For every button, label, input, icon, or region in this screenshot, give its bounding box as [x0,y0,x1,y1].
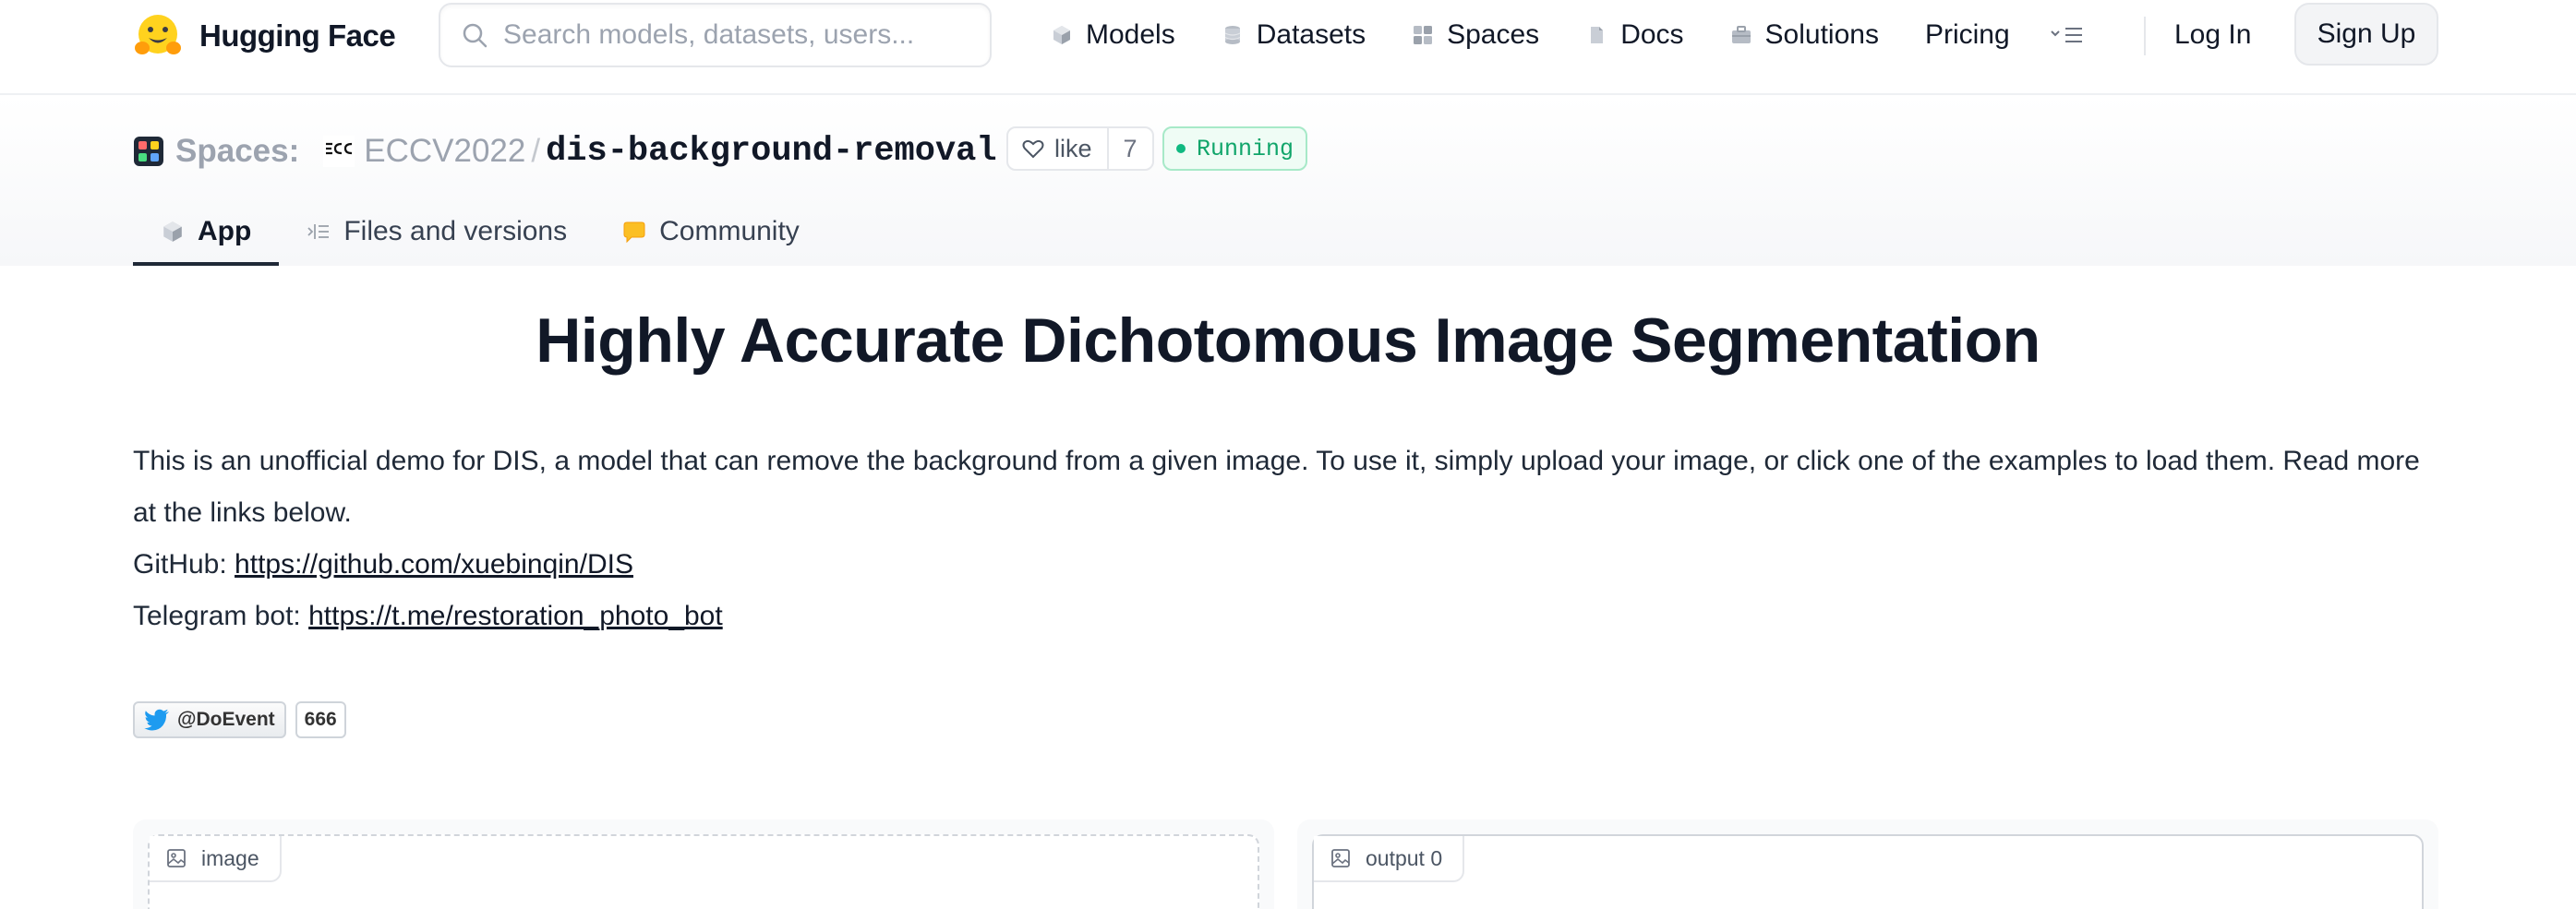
github-label: GitHub: [133,549,235,580]
input-label: image [201,845,259,870]
space-tabs: App Files and versions Community [133,197,827,266]
app-description: This is an unofficial demo for DIS, a mo… [133,436,2450,642]
logo-link[interactable]: Hugging Face [133,11,396,61]
nav-docs-label: Docs [1620,19,1684,50]
briefcase-icon [1731,26,1751,43]
search-icon [463,23,488,48]
image-icon [1331,849,1350,867]
twitter-handle: @DoEvent [177,709,275,730]
login-link[interactable]: Log In [2174,0,2251,70]
cube-icon [1053,26,1070,44]
twitter-follow-widget: @DoEvent 666 [133,701,346,738]
nav-divider [2144,17,2146,55]
app-title: Highly Accurate Dichotomous Image Segmen… [536,305,2040,376]
twitter-follower-count[interactable]: 666 [295,701,346,738]
tab-community[interactable]: Community [595,197,827,266]
search-box[interactable] [439,3,992,67]
tab-files-label: Files and versions [343,216,568,246]
github-line: GitHub: https://github.com/xuebinqin/DIS [133,539,2450,591]
nav-pricing-label: Pricing [1924,19,2010,50]
spaces-grid-icon [1414,26,1433,44]
hugging-face-logo-icon [135,15,181,54]
input-panel: image [133,819,1274,909]
tab-app-label: App [198,216,252,246]
tab-app[interactable]: App [133,197,280,266]
nav-models-label: Models [1086,19,1175,50]
nav-spaces[interactable]: Spaces [1412,19,1539,51]
nav-solutions[interactable]: Solutions [1730,19,1879,51]
breadcrumb-separator: / [531,133,541,169]
spaces-logo-icon [134,137,163,166]
like-button[interactable]: like 7 [1006,126,1154,171]
like-left: like [1008,128,1107,169]
tab-files[interactable]: Files and versions [279,197,595,266]
org-avatar-icon [323,136,355,167]
telegram-label: Telegram bot: [133,601,309,631]
top-navigation: Hugging Face Models Datasets [0,0,2576,95]
status-dot-icon [1175,144,1186,153]
breadcrumb: Spaces: ECCV2022 / dis-background-remova… [133,126,1038,177]
files-list-icon [307,224,330,239]
logo-text: Hugging Face [199,18,396,53]
like-label: like [1054,134,1092,162]
database-icon [1224,26,1240,44]
docs-icon [1591,27,1604,43]
description-text: This is an unofficial demo for DIS, a mo… [133,446,2420,528]
like-count[interactable]: 7 [1106,128,1152,169]
nav-pricing[interactable]: Pricing [1925,19,2010,51]
status-text: Running [1196,135,1294,162]
nav-datasets[interactable]: Datasets [1222,19,1366,51]
community-icon [623,221,645,244]
search-input[interactable] [503,19,965,51]
output-image-area: output 0 [1312,834,2424,909]
signup-button[interactable]: Sign Up [2294,3,2438,66]
nav-solutions-label: Solutions [1764,19,1879,50]
twitter-bird-icon [144,709,169,731]
cube-icon [163,221,182,242]
nav-spaces-label: Spaces [1447,19,1540,50]
more-menu-icon[interactable] [2049,23,2086,47]
space-header: Spaces: ECCV2022 / dis-background-remova… [0,96,2576,266]
status-badge[interactable]: Running [1162,126,1307,171]
tab-community-label: Community [659,216,800,246]
nav-docs[interactable]: Docs [1585,19,1684,51]
spaces-label: Spaces: [175,133,300,169]
output-label: output 0 [1366,845,1443,870]
org-name-link[interactable]: ECCV2022 [364,133,525,170]
image-icon [167,849,186,867]
nav-links: Models Datasets Spaces Docs Solutions Pr… [1051,0,2134,70]
nav-models[interactable]: Models [1051,19,1175,51]
output-label-chip: output 0 [1314,836,1465,882]
telegram-link[interactable]: https://t.me/restoration_photo_bot [308,601,723,631]
image-upload-dropzone[interactable]: image [148,834,1259,909]
twitter-follow-button[interactable]: @DoEvent [133,701,286,738]
repo-name-link[interactable]: dis-background-removal [546,132,996,171]
telegram-line: Telegram bot: https://t.me/restoration_p… [133,591,2450,642]
input-label-chip: image [150,836,282,882]
heart-icon [1022,139,1044,159]
github-link[interactable]: https://github.com/xuebinqin/DIS [235,549,633,580]
output-panel: output 0 [1297,819,2438,909]
nav-datasets-label: Datasets [1256,19,1366,50]
